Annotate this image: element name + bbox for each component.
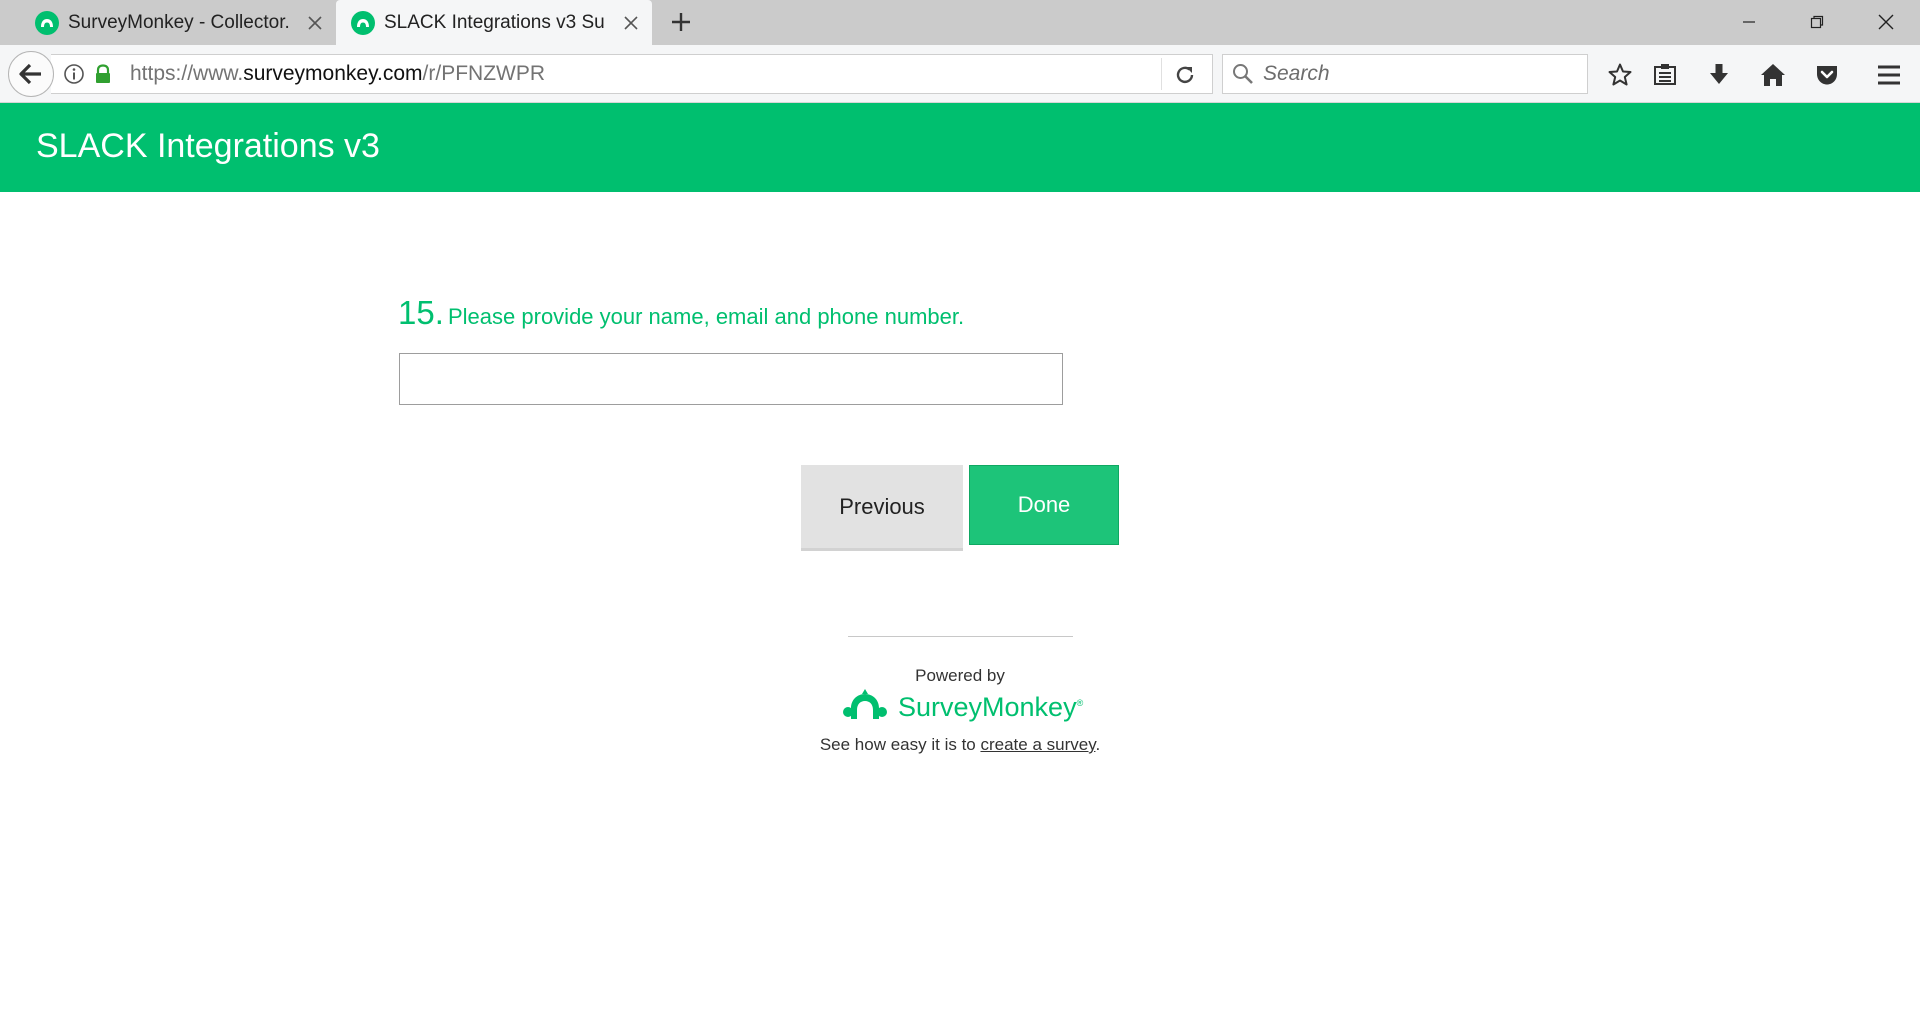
search-icon [1231, 62, 1255, 86]
download-icon[interactable] [1703, 59, 1735, 91]
previous-button[interactable]: Previous [801, 465, 963, 548]
registered-mark: ® [1076, 697, 1084, 708]
cta-suffix: . [1095, 735, 1101, 754]
window-close-icon[interactable] [1861, 6, 1911, 38]
home-icon[interactable] [1757, 59, 1789, 91]
brand-name: SurveyMonkey [898, 691, 1077, 722]
back-arrow-icon[interactable] [8, 51, 54, 97]
lock-icon [93, 63, 113, 85]
search-input[interactable] [1261, 55, 1580, 93]
plus-icon[interactable] [668, 9, 694, 35]
done-button[interactable]: Done [969, 465, 1119, 545]
surveymonkey-favicon [35, 10, 59, 35]
restore-icon[interactable] [1792, 6, 1842, 38]
url-text[interactable]: https://www.surveymonkey.com/r/PFNZWPR [130, 62, 545, 86]
footer-divider [848, 636, 1073, 637]
question-number: 15. [398, 294, 444, 331]
footer-cta: See how easy it is to create a survey. [0, 735, 1920, 755]
pocket-icon[interactable] [1811, 59, 1843, 91]
minimize-icon[interactable] [1724, 6, 1774, 38]
powered-by-label: Powered by [915, 666, 1005, 685]
surveymonkey-logo-icon [842, 688, 888, 727]
url-prefix: https://www. [130, 62, 244, 85]
url-host: surveymonkey.com [243, 62, 423, 85]
divider [1161, 58, 1162, 90]
tab-slack-integrations[interactable]: SLACK Integrations v3 Sur... [336, 0, 652, 45]
tab-title: SLACK Integrations v3 Sur... [384, 11, 606, 33]
url-path: /r/PFNZWPR [422, 62, 546, 85]
close-icon[interactable] [303, 11, 327, 35]
close-icon[interactable] [619, 11, 643, 35]
create-survey-link[interactable]: create a survey [980, 735, 1095, 754]
tab-surveymonkey-collector[interactable]: SurveyMonkey - Collector... [0, 0, 335, 45]
question-text: Please provide your name, email and phon… [448, 304, 965, 329]
tab-title: SurveyMonkey - Collector... [68, 11, 290, 33]
surveymonkey-wordmark: SurveyMonkey® [898, 692, 1083, 723]
cta-prefix: See how easy it is to [819, 735, 981, 754]
star-icon[interactable] [1604, 59, 1636, 91]
reload-icon[interactable] [1170, 60, 1200, 90]
surveymonkey-logo[interactable]: SurveyMonkey® [842, 688, 1083, 727]
reading-list-icon[interactable] [1649, 59, 1681, 91]
hamburger-menu-icon[interactable] [1873, 59, 1905, 91]
info-icon[interactable] [63, 63, 85, 85]
surveymonkey-favicon [351, 10, 375, 35]
answer-input[interactable] [399, 353, 1063, 405]
survey-title: SLACK Integrations v3 [36, 127, 380, 165]
